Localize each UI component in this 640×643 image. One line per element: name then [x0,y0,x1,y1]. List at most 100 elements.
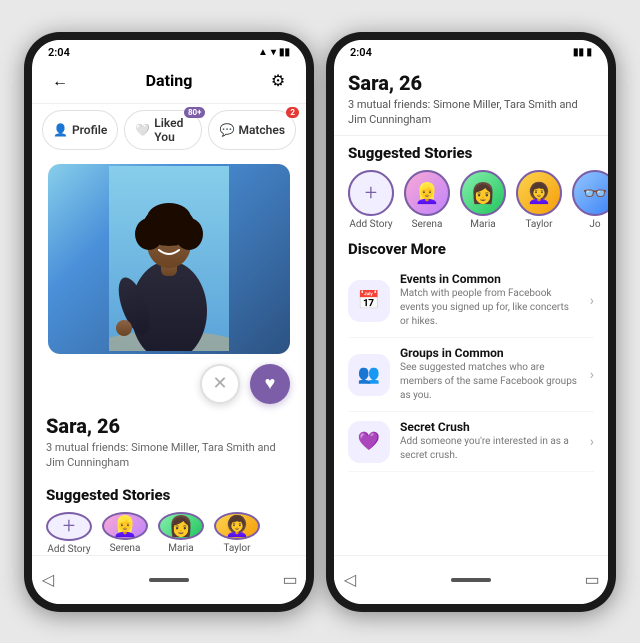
add-story-icon-2: + [348,170,394,216]
signal-icon: ▲ [258,47,268,58]
story-maria[interactable]: 👩 Maria [158,512,204,550]
nav-bar-2: ◁ ▭ [334,555,608,604]
discover-title: Discover More [348,240,594,258]
stories-row-2: + Add Story 👱‍♀️ Serena 👩 Maria 👩‍🦱 Tayl… [334,166,608,234]
groups-desc: See suggested matches who are members of… [400,361,580,403]
status-icons-1: ▲ ▾ ▮▮ [258,47,290,58]
profile-friends-1: 3 mutual friends: Simone Miller, Tara Sm… [46,440,292,471]
secret-crush-icon: 💜 [358,431,380,452]
story-taylor-2[interactable]: 👩‍🦱 Taylor [516,170,562,230]
wifi-icon: ▾ [271,47,276,58]
status-bar-2: 2:04 ▮▮ ▮ [334,40,608,61]
taylor-label: Taylor [223,543,250,554]
status-icons-2: ▮▮ ▮ [573,47,592,58]
groups-text: Groups in Common See suggested matches w… [400,346,580,403]
nav-home-2[interactable] [451,578,491,582]
maria-label: Maria [168,543,193,554]
discover-events[interactable]: 📅 Events in Common Match with people fro… [348,264,594,338]
serena-label: Serena [110,543,141,554]
jo-avatar-2: 👓 [572,170,608,216]
nav-back-1[interactable]: ◁ [32,564,64,596]
liked-badge: 80+ [184,107,206,118]
serena-label-2: Serena [412,219,443,230]
header-1: ← Dating ⚙ [32,61,306,104]
battery-icon: ▮▮ [279,47,290,58]
stories-row-1: + Add Story 👱‍♀️ Serena 👩 Maria 👩‍🦱 Tayl… [32,508,306,554]
events-arrow: › [590,293,594,309]
dislike-button[interactable]: ✕ [200,364,240,404]
person-svg [109,166,229,351]
profile-name-2: Sara, 26 [348,71,594,95]
tabs: 👤 Profile 🤍 Liked You 80+ 💬 Matches 2 [32,104,306,156]
profile-friends-2: 3 mutual friends: Simone Miller, Tara Sm… [348,97,594,128]
nav-bar-1: ◁ ▭ [32,555,306,604]
discover-section: Discover More 📅 Events in Common Match w… [334,234,608,478]
discover-groups[interactable]: 👥 Groups in Common See suggested matches… [348,338,594,412]
groups-arrow: › [590,367,594,383]
events-text: Events in Common Match with people from … [400,272,580,329]
tab-matches[interactable]: 💬 Matches 2 [208,110,296,150]
secret-crush-arrow: › [590,434,594,450]
story-jo-2[interactable]: 👓 Jo [572,170,608,230]
secret-crush-desc: Add someone you're interested in as a se… [400,435,580,463]
story-add-2[interactable]: + Add Story [348,170,394,230]
nav-back-2[interactable]: ◁ [334,564,366,596]
tab-profile[interactable]: 👤 Profile [42,110,118,150]
battery-icon-2: ▮▮ ▮ [573,47,592,58]
events-title: Events in Common [400,272,580,286]
nav-square-1[interactable]: ▭ [274,564,306,596]
taylor-avatar-2: 👩‍🦱 [516,170,562,216]
profile-info-1: Sara, 26 3 mutual friends: Simone Miller… [32,410,306,479]
matches-icon: 💬 [219,123,234,137]
secret-crush-title: Secret Crush [400,420,580,434]
serena-avatar-2: 👱‍♀️ [404,170,450,216]
add-story-label: Add Story [47,544,90,554]
events-desc: Match with people from Facebook events y… [400,287,580,329]
profile-icon: 👤 [53,123,68,137]
secret-crush-text: Secret Crush Add someone you're interest… [400,420,580,463]
nav-home-1[interactable] [149,578,189,582]
secret-crush-icon-wrap: 💜 [348,421,390,463]
profile-photo [48,164,290,354]
groups-icon: 👥 [358,364,380,385]
events-icon-wrap: 📅 [348,280,390,322]
profile-info-2: Sara, 26 3 mutual friends: Simone Miller… [334,61,608,137]
phone-2: 2:04 ▮▮ ▮ Sara, 26 3 mutual friends: Sim… [326,32,616,612]
matches-badge: 2 [286,107,299,118]
discover-secret-crush[interactable]: 💜 Secret Crush Add someone you're intere… [348,412,594,472]
story-serena[interactable]: 👱‍♀️ Serena [102,512,148,550]
time-2: 2:04 [350,46,372,59]
action-buttons: ✕ ♥ [32,358,306,410]
stories-section-title-1: Suggested Stories [32,478,306,508]
story-add[interactable]: + Add Story [46,512,92,550]
taylor-avatar: 👩‍🦱 [214,512,260,540]
tab-matches-label: Matches [238,123,285,137]
story-taylor[interactable]: 👩‍🦱 Taylor [214,512,260,550]
tab-liked-you[interactable]: 🤍 Liked You 80+ [124,110,202,150]
maria-label-2: Maria [470,219,495,230]
groups-icon-wrap: 👥 [348,354,390,396]
groups-title: Groups in Common [400,346,580,360]
phone-1-screen: 2:04 ▲ ▾ ▮▮ ← Dating ⚙ 👤 [32,40,306,604]
back-button[interactable]: ← [46,67,74,95]
story-maria-2[interactable]: 👩 Maria [460,170,506,230]
maria-avatar: 👩 [158,512,204,540]
tab-liked-label: Liked You [154,116,191,144]
maria-avatar-2: 👩 [460,170,506,216]
phone-1: 2:04 ▲ ▾ ▮▮ ← Dating ⚙ 👤 [24,32,314,612]
serena-avatar: 👱‍♀️ [102,512,148,540]
nav-square-2[interactable]: ▭ [576,564,608,596]
like-button[interactable]: ♥ [250,364,290,404]
liked-icon: 🤍 [135,123,150,137]
settings-button[interactable]: ⚙ [264,67,292,95]
events-icon: 📅 [358,290,380,311]
phone-2-screen: 2:04 ▮▮ ▮ Sara, 26 3 mutual friends: Sim… [334,40,608,604]
photo-placeholder [48,164,290,354]
header-title: Dating [146,71,193,90]
time-1: 2:04 [48,46,70,59]
story-serena-2[interactable]: 👱‍♀️ Serena [404,170,450,230]
tab-profile-label: Profile [72,123,107,137]
taylor-label-2: Taylor [525,219,552,230]
spacer-2 [334,478,608,554]
add-story-icon: + [46,512,92,541]
